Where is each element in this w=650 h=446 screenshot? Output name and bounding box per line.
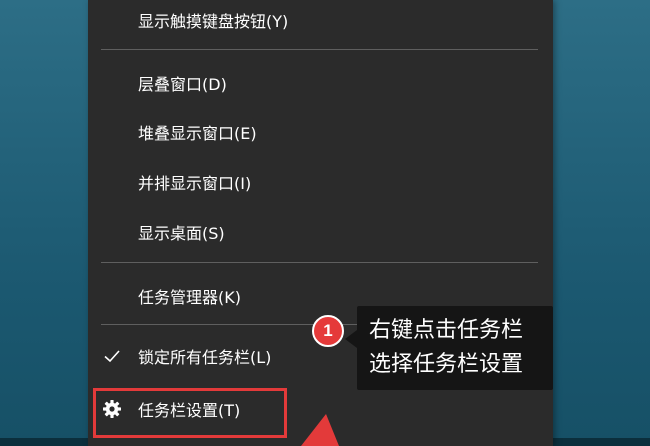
menu-item-label: 任务管理器(K) <box>138 288 241 307</box>
menu-item-side-by-side-windows[interactable]: 并排显示窗口(I) <box>88 162 553 202</box>
menu-separator <box>101 262 538 263</box>
callout-line-1: 右键点击任务栏 <box>369 318 524 343</box>
callout-line-2: 选择任务栏设置 <box>369 352 524 377</box>
menu-item-label: 并排显示窗口(I) <box>138 174 252 193</box>
annotation-callout: 右键点击任务栏 选择任务栏设置 <box>357 306 553 390</box>
check-icon <box>104 350 120 363</box>
menu-item-cascade-windows[interactable]: 层叠窗口(D) <box>88 63 553 103</box>
menu-item-stack-windows[interactable]: 堆叠显示窗口(E) <box>88 112 553 152</box>
callout-pointer <box>345 330 357 348</box>
menu-item-label: 堆叠显示窗口(E) <box>138 124 257 143</box>
step-badge: 1 <box>312 315 344 347</box>
menu-item-label: 显示触摸键盘按钮(Y) <box>138 12 289 31</box>
menu-item-show-desktop[interactable]: 显示桌面(S) <box>88 212 553 252</box>
menu-item-label: 锁定所有任务栏(L) <box>138 348 272 367</box>
menu-separator <box>101 49 538 50</box>
menu-item-label: 显示桌面(S) <box>138 224 225 243</box>
highlight-box <box>93 388 287 438</box>
menu-item-label: 层叠窗口(D) <box>138 75 227 94</box>
menu-item-show-touch-keyboard[interactable]: 显示触摸键盘按钮(Y) <box>88 0 553 40</box>
callout-text: 右键点击任务栏 选择任务栏设置 <box>369 314 523 382</box>
